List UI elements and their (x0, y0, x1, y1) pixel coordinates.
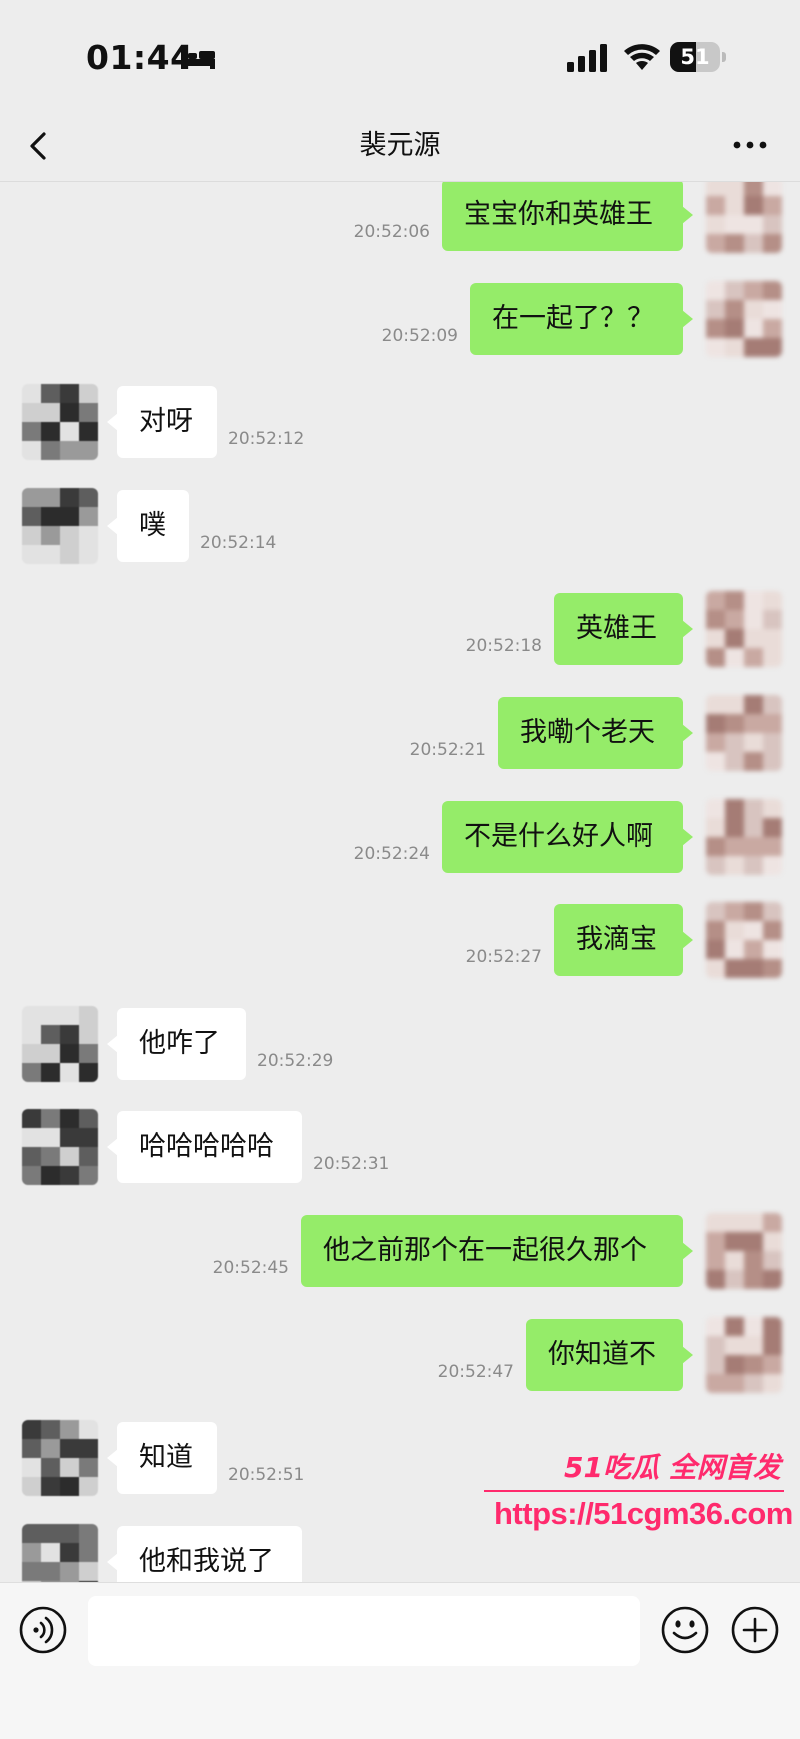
sent-message-bubble[interactable]: 不是什么好人啊 (442, 800, 693, 873)
self-avatar[interactable] (706, 182, 782, 253)
sent-message-bubble[interactable]: 你知道不 (526, 1318, 693, 1391)
received-message-bubble[interactable]: 知道 (107, 1422, 217, 1495)
nav-bar: 裴元源 (0, 110, 800, 182)
contact-avatar[interactable] (22, 384, 98, 461)
more-icon[interactable] (730, 130, 770, 160)
self-avatar[interactable] (706, 695, 782, 771)
received-message-bubble[interactable]: 对呀 (107, 386, 217, 459)
received-message-bubble[interactable]: 噗 (107, 489, 189, 562)
sent-message-bubble[interactable]: 我嘞个老天 (498, 697, 693, 769)
contact-avatar[interactable] (22, 1523, 98, 1582)
message-timestamp: 20:52:12 (228, 429, 305, 450)
self-avatar[interactable] (706, 1316, 782, 1393)
status-time: 01:44 (86, 38, 194, 77)
message-input[interactable] (88, 1596, 640, 1666)
emoji-icon[interactable] (660, 1605, 710, 1655)
message-timestamp: 20:52:06 (353, 222, 430, 242)
watermark-brand: 51吃瓜 全网首发 (564, 1451, 781, 1484)
battery-level: 51 (680, 45, 710, 69)
self-avatar[interactable] (706, 798, 782, 875)
contact-avatar[interactable] (22, 1420, 98, 1497)
watermark: 51吃瓜 全网首发 https://51cgm36.com (484, 1446, 793, 1546)
chat-title: 裴元源 (359, 130, 441, 161)
message-timestamp: 20:52:47 (437, 1361, 514, 1382)
sent-message-bubble[interactable]: 在一起了？？ (470, 282, 693, 355)
received-message-bubble[interactable]: 哈哈哈哈哈 (107, 1111, 302, 1184)
watermark-url: https://51cgm36.com (494, 1496, 793, 1531)
add-icon[interactable] (730, 1605, 780, 1655)
sent-message-bubble[interactable]: 我滴宝 (554, 904, 693, 977)
message-timestamp: 20:52:27 (465, 947, 542, 968)
self-avatar[interactable] (706, 280, 782, 357)
message-timestamp: 20:52:45 (212, 1258, 289, 1278)
message-timestamp: 20:52:18 (465, 636, 542, 657)
received-message-bubble[interactable]: 他和我说了 (107, 1525, 302, 1582)
battery-cap (722, 52, 726, 62)
message-timestamp: 20:52:51 (228, 1465, 305, 1486)
wifi-icon (624, 44, 660, 70)
message-timestamp: 20:52:09 (381, 325, 458, 346)
contact-avatar[interactable] (22, 1005, 98, 1082)
battery-icon: 51 (670, 42, 726, 72)
sent-message-bubble[interactable]: 英雄王 (554, 593, 693, 666)
message-timestamp: 20:52:29 (257, 1050, 334, 1071)
sent-message-bubble[interactable]: 他之前那个在一起很久那个 (301, 1215, 693, 1287)
bed-icon (181, 47, 215, 69)
message-list[interactable]: 宝宝你和英雄王 20:52:06 在一起了？？ 20:52:09 对呀 20:52:12 噗… (0, 182, 800, 1582)
self-avatar[interactable] (706, 902, 782, 979)
battery-body: 51 (670, 42, 720, 72)
message-timestamp: 20:52:14 (200, 532, 277, 553)
watermark-divider (484, 1490, 784, 1492)
contact-avatar[interactable] (22, 1109, 98, 1186)
message-timestamp: 20:52:31 (313, 1154, 390, 1175)
received-message-bubble[interactable]: 他咋了 (107, 1007, 246, 1080)
self-avatar[interactable] (706, 591, 782, 668)
message-timestamp: 20:52:21 (409, 740, 486, 760)
message-timestamp: 20:52:24 (353, 843, 430, 864)
self-avatar[interactable] (706, 1213, 782, 1289)
status-bar: 01:44 51 (0, 0, 800, 110)
cellular-signal-icon (567, 44, 607, 72)
contact-avatar[interactable] (22, 487, 98, 564)
input-bar (0, 1582, 800, 1739)
voice-icon[interactable] (18, 1605, 68, 1655)
sent-message-bubble[interactable]: 宝宝你和英雄王 (442, 182, 693, 251)
